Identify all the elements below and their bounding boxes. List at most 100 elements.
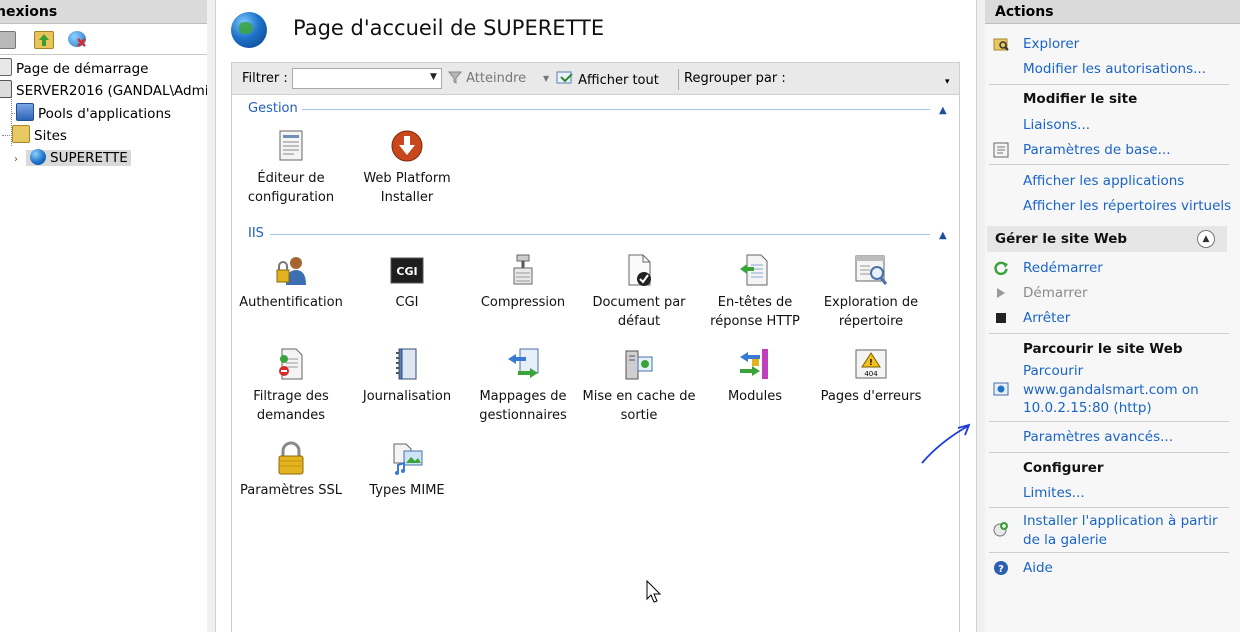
show-all-label: Afficher tout xyxy=(578,73,659,88)
feature-label: Modules xyxy=(727,389,783,404)
show-all-button[interactable]: Afficher tout xyxy=(556,71,659,88)
actions-pane: Actions Explorer Modifier les autorisati… xyxy=(985,0,1240,632)
save-connection-icon[interactable] xyxy=(0,31,16,49)
feature-default-document[interactable]: Document par défaut xyxy=(580,253,698,331)
goto-dropdown-icon[interactable]: ▼ xyxy=(543,74,549,83)
toolbar-overflow-icon[interactable]: ▾ xyxy=(945,78,955,93)
action-install-from-gallery[interactable]: Installer l'application à partir de la g… xyxy=(1023,512,1218,549)
filter-input[interactable] xyxy=(292,68,442,89)
action-help[interactable]: Aide xyxy=(1023,559,1053,578)
app-pool-icon xyxy=(16,103,34,121)
section-label-iis: IIS xyxy=(248,226,264,241)
feature-label: Document par défaut xyxy=(592,295,686,329)
feature-directory-browsing[interactable]: Exploration de répertoire xyxy=(812,253,930,331)
section-divider xyxy=(302,109,930,110)
basic-settings-icon xyxy=(993,142,1009,158)
tree-item-label: SUPERETTE xyxy=(50,150,128,166)
feature-modules[interactable]: Modules xyxy=(696,347,814,406)
browse-line: 10.0.2.15:80 (http) xyxy=(1023,400,1152,416)
browse-icon xyxy=(993,382,1009,396)
actions-header: Actions xyxy=(985,0,1240,24)
action-limits[interactable]: Limites... xyxy=(1023,484,1085,503)
feature-http-headers[interactable]: En-têtes de réponse HTTP xyxy=(696,253,814,331)
feature-label: Filtrage des demandes xyxy=(253,389,329,423)
feature-label: Mappages de gestionnaires xyxy=(479,389,567,423)
up-folder-icon[interactable] xyxy=(34,31,54,49)
action-start[interactable]: Démarrer xyxy=(1023,284,1088,303)
handler-mappings-icon xyxy=(506,347,540,381)
filter-dropdown-icon[interactable]: ▼ xyxy=(430,72,437,82)
action-restart[interactable]: Redémarrer xyxy=(1023,259,1103,278)
tree-item-server[interactable]: SERVER2016 (GANDAL\Admin xyxy=(0,80,207,100)
action-view-virtual-directories[interactable]: Afficher les répertoires virtuels xyxy=(1023,197,1231,216)
features-panel: Gestion ▲ Éditeur de configuration Web P… xyxy=(231,95,960,632)
actions-separator xyxy=(989,84,1229,85)
feature-label: Exploration de répertoire xyxy=(823,295,919,329)
stop-icon xyxy=(996,313,1006,323)
tree-item-superette[interactable]: › SUPERETTE xyxy=(14,148,131,168)
feature-label: Compression xyxy=(480,295,566,310)
tree-item-app-pools[interactable]: Pools d'applications xyxy=(16,103,171,123)
action-basic-settings[interactable]: Paramètres de base... xyxy=(1023,141,1171,160)
action-view-applications[interactable]: Afficher les applications xyxy=(1023,172,1184,191)
feature-ssl-settings[interactable]: Paramètres SSL xyxy=(232,441,350,500)
show-all-icon xyxy=(556,71,573,84)
feature-logging[interactable]: Journalisation xyxy=(348,347,466,406)
feature-label: CGI xyxy=(395,295,419,310)
actions-separator xyxy=(989,507,1229,508)
svg-text:?: ? xyxy=(998,564,1004,575)
feature-error-pages[interactable]: ! 404 Pages d'erreurs xyxy=(812,347,930,406)
server-icon xyxy=(0,80,12,98)
feature-config-editor[interactable]: Éditeur de configuration xyxy=(232,129,350,207)
action-explore[interactable]: Explorer xyxy=(1023,35,1079,54)
annotation-arrow-icon xyxy=(921,423,971,464)
filter-toolbar: Filtrer : ▼ Atteindre ▼ Afficher tout Re… xyxy=(231,62,960,95)
feature-label: Pages d'erreurs xyxy=(820,389,922,404)
collapse-group-icon[interactable]: ▲ xyxy=(1197,230,1215,248)
tree-line xyxy=(2,135,12,136)
install-line: de la galerie xyxy=(1023,531,1107,548)
output-caching-icon xyxy=(622,347,656,381)
modules-icon xyxy=(738,347,772,381)
web-platform-installer-icon xyxy=(390,129,424,163)
start-icon xyxy=(997,288,1005,298)
tree-item-sites[interactable]: Sites xyxy=(12,125,67,145)
action-bindings[interactable]: Liaisons... xyxy=(1023,116,1090,135)
group-manage-site: Gérer le site Web xyxy=(995,231,1128,247)
action-edit-permissions[interactable]: Modifier les autorisations... xyxy=(1023,60,1206,79)
actions-separator xyxy=(989,333,1229,334)
svg-text:!: ! xyxy=(869,358,873,367)
feature-output-caching[interactable]: Mise en cache de sortie xyxy=(580,347,698,425)
logging-icon xyxy=(390,347,424,381)
folder-icon xyxy=(12,125,30,143)
feature-web-platform-installer[interactable]: Web Platform Installer xyxy=(348,129,466,207)
http-headers-icon xyxy=(738,253,772,287)
expand-chevron-icon[interactable]: › xyxy=(14,150,26,170)
compression-icon xyxy=(506,253,540,287)
goto-button[interactable]: Atteindre xyxy=(447,71,526,86)
action-browse-site[interactable]: Parcourir www.gandalsmart.com on 10.0.2.… xyxy=(1023,362,1199,418)
actions-separator xyxy=(989,421,1229,422)
action-stop[interactable]: Arrêter xyxy=(1023,309,1070,328)
disconnect-icon[interactable] xyxy=(68,31,86,47)
connections-toolbar xyxy=(0,24,207,55)
group-by-label[interactable]: Regrouper par : xyxy=(684,71,786,86)
section-divider xyxy=(270,234,930,235)
tree-item-start-page[interactable]: Page de démarrage xyxy=(0,58,148,78)
ssl-settings-icon xyxy=(274,441,308,475)
feature-request-filtering[interactable]: Filtrage des demandes xyxy=(232,347,350,425)
error-pages-icon: ! 404 xyxy=(854,347,888,381)
feature-handler-mappings[interactable]: Mappages de gestionnaires xyxy=(464,347,582,425)
feature-authentication[interactable]: Authentification xyxy=(232,253,350,312)
feature-label: Journalisation xyxy=(362,389,452,404)
feature-mime-types[interactable]: Types MIME xyxy=(348,441,466,500)
collapse-section-icon[interactable]: ▲ xyxy=(939,230,947,241)
page-title: Page d'accueil de SUPERETTE xyxy=(293,16,605,40)
feature-cgi[interactable]: CGI CGI xyxy=(348,253,466,312)
action-advanced-settings[interactable]: Paramètres avancés... xyxy=(1023,428,1173,447)
collapse-section-icon[interactable]: ▲ xyxy=(939,105,947,116)
install-from-gallery-icon xyxy=(993,522,1008,537)
pane-splitter[interactable] xyxy=(207,0,216,632)
feature-compression[interactable]: Compression xyxy=(464,253,582,312)
start-page-icon xyxy=(0,58,12,76)
